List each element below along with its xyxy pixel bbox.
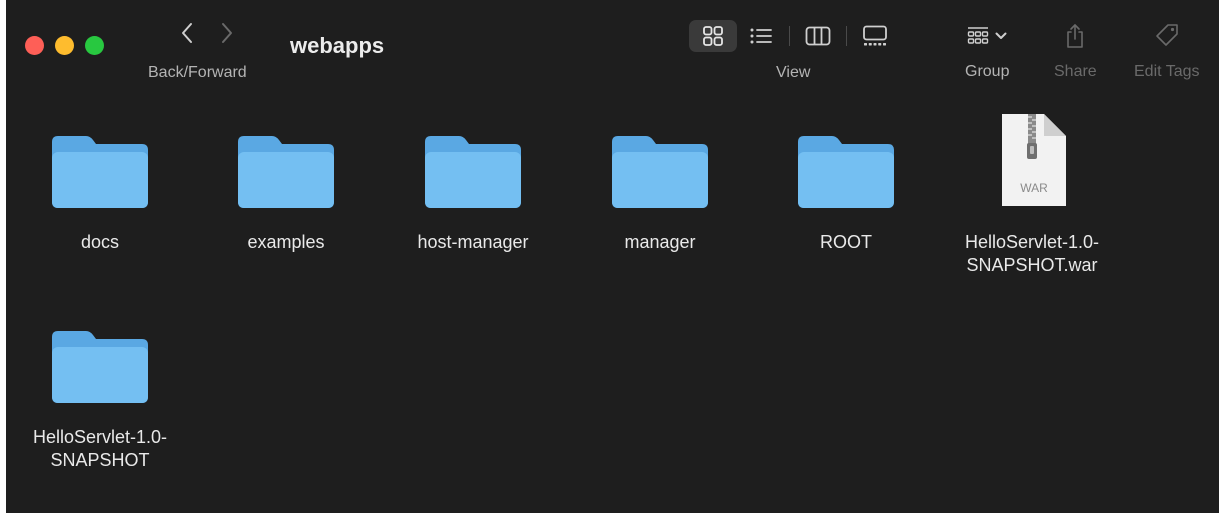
file-item-hello-servlet[interactable]: HelloServlet-1.0- SNAPSHOT	[25, 305, 175, 472]
icon-grid-icon	[703, 26, 723, 46]
close-button[interactable]	[25, 36, 44, 55]
file-item-manager[interactable]: manager	[585, 110, 735, 254]
gallery-icon	[863, 25, 887, 46]
forward-chevron-icon[interactable]	[220, 22, 234, 44]
share-button[interactable]: Share	[1054, 20, 1097, 81]
file-label-line: HelloServlet-1.0-	[964, 232, 1100, 252]
folder-icon	[791, 110, 901, 210]
file-label: ROOT	[820, 232, 872, 252]
file-label: docs	[80, 232, 120, 252]
list-view-button[interactable]	[737, 20, 785, 52]
columns-view-button[interactable]	[794, 20, 842, 52]
file-label: HelloServlet-1.0- SNAPSHOT	[15, 426, 185, 472]
group-grid-icon	[968, 27, 989, 44]
file-label-line: SNAPSHOT	[50, 450, 150, 470]
traffic-lights	[25, 36, 104, 55]
view-separator	[789, 26, 790, 46]
list-icon	[750, 28, 772, 44]
file-label: host-manager	[417, 232, 529, 252]
file-label-line: HelloServlet-1.0-	[32, 427, 168, 447]
back-chevron-icon[interactable]	[180, 22, 194, 44]
zoom-button[interactable]	[85, 36, 104, 55]
edit-tags-button[interactable]: Edit Tags	[1134, 20, 1200, 81]
folder-icon	[231, 110, 341, 210]
war-archive-icon: WAR	[977, 110, 1087, 210]
view-separator	[846, 26, 847, 46]
chevron-down-icon	[995, 32, 1007, 39]
group-caption: Group	[965, 63, 1010, 80]
file-item-war[interactable]: WAR HelloServlet-1.0- SNAPSHOT.war	[957, 110, 1107, 277]
edit-tags-caption: Edit Tags	[1134, 63, 1200, 80]
window-title: webapps	[290, 33, 385, 58]
war-badge: WAR	[1020, 181, 1048, 195]
file-item-root[interactable]: ROOT	[771, 110, 921, 254]
file-label: examples	[247, 232, 325, 252]
folder-icon	[605, 110, 715, 210]
tag-icon	[1155, 24, 1178, 46]
share-caption: Share	[1054, 63, 1097, 80]
file-label: HelloServlet-1.0- SNAPSHOT.war	[947, 231, 1117, 277]
file-item-examples[interactable]: examples	[211, 110, 361, 254]
file-item-host-manager[interactable]: host-manager	[398, 110, 548, 254]
file-label: manager	[624, 232, 696, 252]
view-mode-group	[689, 20, 899, 52]
minimize-button[interactable]	[55, 36, 74, 55]
file-item-docs[interactable]: docs	[25, 110, 175, 254]
file-label-line: SNAPSHOT.war	[966, 255, 1098, 275]
folder-icon	[45, 110, 155, 210]
back-forward-caption: Back/Forward	[148, 64, 247, 81]
view-caption: View	[776, 64, 811, 81]
share-icon	[1067, 24, 1084, 48]
folder-icon	[45, 305, 155, 405]
gallery-view-button[interactable]	[851, 20, 899, 52]
finder-window: Back/Forward webapps View Group Share Ed…	[6, 0, 1219, 513]
icons-view-button[interactable]	[689, 20, 737, 52]
folder-icon	[418, 110, 528, 210]
back-forward-group	[180, 22, 234, 44]
columns-icon	[805, 26, 831, 46]
group-button[interactable]: Group	[965, 20, 1009, 81]
